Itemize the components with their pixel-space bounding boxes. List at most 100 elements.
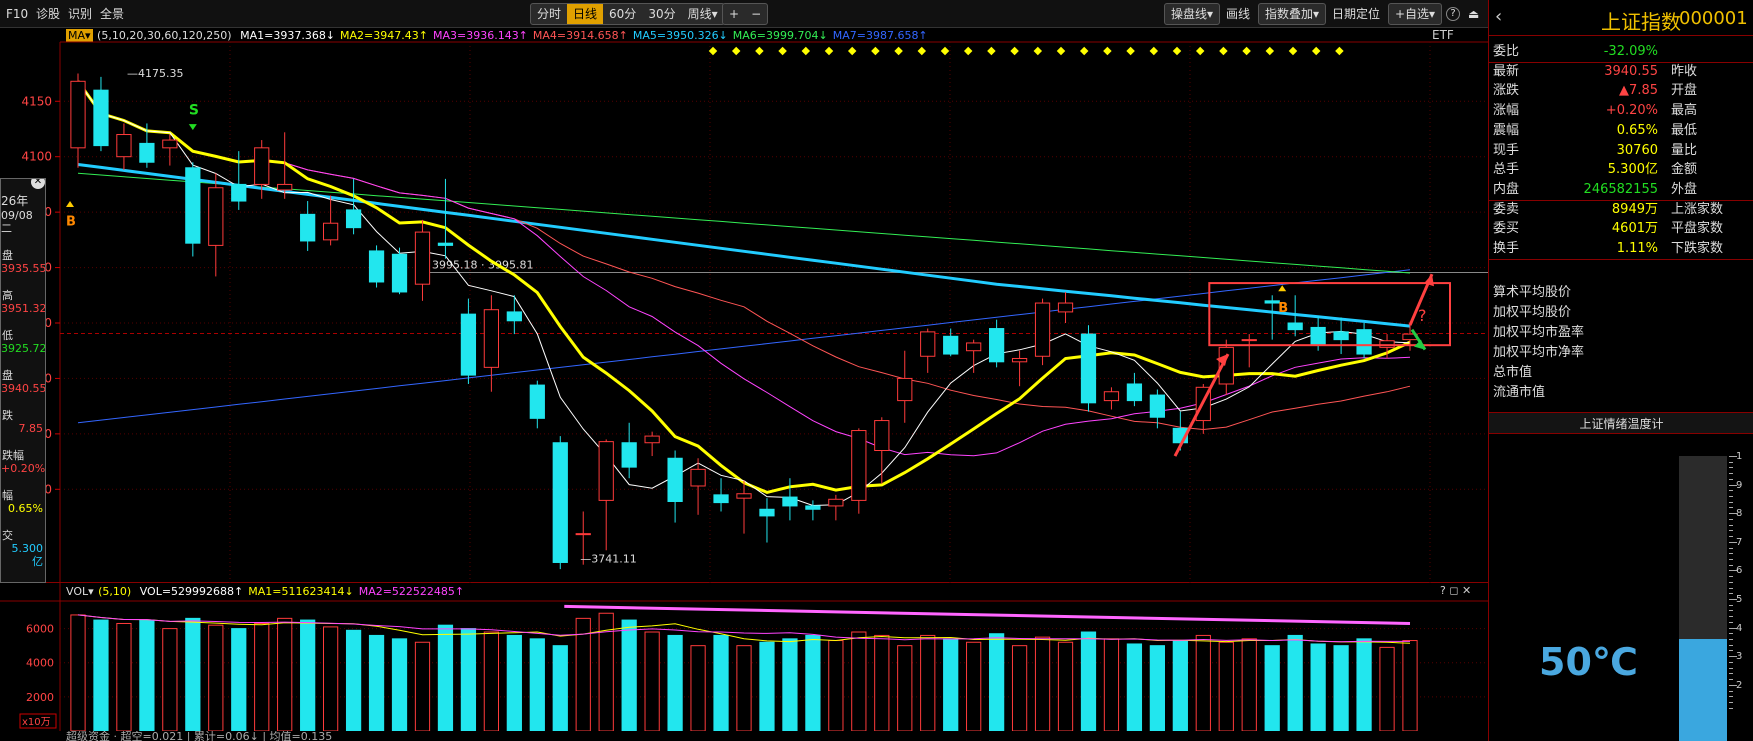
volume-bar [185,617,201,731]
quote-label: 最新 [1493,63,1520,79]
candle-body [1310,326,1326,346]
tab-60min[interactable]: 60分 [603,4,642,24]
f10-button[interactable]: F10 [6,5,28,23]
period-selector: 分时 日线 60分 30分 周线▾ [530,3,725,25]
thermometer-tick [1729,547,1733,549]
volume-bar [828,640,844,731]
thermometer-tick [1729,639,1733,640]
event-marker [778,46,787,56]
low-price-label: —3741.11 [580,553,637,566]
panorama-button[interactable]: 全景 [100,5,124,23]
tab-intraday[interactable]: 分时 [531,4,567,24]
data-window-value: 3940.55 [1,382,46,395]
volume-bar [966,641,982,731]
thermometer-tick [1729,507,1733,509]
eject-icon[interactable]: ⏏ [1468,5,1479,23]
quote-label-secondary: 昨收 [1671,63,1698,79]
candle-body [713,494,729,504]
thermometer-fill [1679,638,1727,741]
quote-label-secondary: 最低 [1671,122,1698,138]
event-marker [1265,46,1275,56]
volume-bar [460,628,477,731]
zoom-in-button[interactable]: + [723,4,745,24]
buy-signal-arrow [66,201,74,208]
candle-body [1287,322,1303,331]
thermometer-tick [1729,644,1733,646]
event-marker [1242,46,1251,56]
volume-bar [667,634,683,731]
thermometer-scale-label: 2 [1736,679,1743,691]
event-marker [917,46,927,56]
candle-body [989,328,1005,363]
candle-body [667,457,683,502]
quote-divider [1489,259,1753,260]
thermometer-scale-label: 1 [1736,451,1743,462]
event-marker [871,46,880,56]
volume-tick-label: 2000 [26,691,54,704]
volume-bar [139,619,155,731]
candle-body [368,250,385,283]
add-watchlist-button[interactable]: +自选▾ [1388,3,1443,25]
event-marker [1056,46,1066,56]
candle-body [1356,329,1372,355]
candle-body [966,342,982,352]
price-tick-label: 4100 [21,150,52,164]
thermometer-tick [1729,593,1733,595]
thermometer-tick [1729,616,1733,618]
event-marker [731,46,741,56]
event-marker [940,46,950,56]
thermometer-tick [1729,633,1733,635]
zoom-out-button[interactable]: − [745,4,767,24]
index-overlay-dropdown[interactable]: 指数叠加▾ [1258,3,1327,25]
volume-bar [1034,636,1051,731]
operate-line-dropdown[interactable]: 操盘线▾ [1164,3,1221,25]
candle-body [1080,333,1097,404]
quote-value: 8949万 [1611,201,1658,217]
event-marker [1288,46,1298,56]
index-info-row: 加权平均市净率 [1493,345,1585,360]
quote-label: 委卖 [1493,201,1520,217]
quote-label-secondary: 上涨家数 [1671,201,1724,217]
candle-body [93,89,109,147]
data-window[interactable]: ✕ 26年 09/08 二 盘 3935.55 高 3951.32 低 3925.72 盘 3… [0,178,46,583]
thermometer-scale-label: 3 [1736,651,1743,663]
event-marker [1149,46,1159,56]
candle-body [162,139,178,149]
data-window-label: 幅 [2,489,13,502]
quote-label: 内盘 [1493,181,1520,197]
help-icon[interactable]: ? [1446,7,1460,21]
tab-30min[interactable]: 30分 [642,4,681,24]
tab-weekly[interactable]: 周线▾ [682,4,724,24]
candle-body [185,167,201,244]
thermometer-tick [1729,461,1733,463]
back-icon[interactable]: ‹ [1495,6,1502,27]
candle-body [483,309,499,368]
date-locate-button[interactable]: 日期定位 [1332,5,1380,23]
index-info-row: 流通市值 [1493,385,1546,400]
thermometer-tick [1729,524,1733,526]
thermometer-tick [1729,610,1733,612]
candle-body [1241,339,1257,342]
thermometer-scale-label: 6 [1736,565,1743,577]
candle-body [736,493,752,499]
tab-daily[interactable]: 日线 [567,4,604,24]
draw-line-button[interactable]: 画线 [1226,5,1250,23]
quote-label-secondary: 量比 [1671,142,1698,158]
quote-value: +0.20% [1605,103,1658,119]
thermometer-tick [1729,530,1733,532]
volume-pane[interactable]: VOL▾ (5,10) VOL=529992688↑ MA1=511623414↓… [0,583,1488,731]
thermometer-tick [1729,576,1733,578]
volume-bar [323,626,339,731]
candle-body [231,183,247,202]
candlestick-pane[interactable]: MA▾ (5,10,20,30,60,120,250) MA1=3937.368… [0,28,1488,583]
recognize-button[interactable]: 识别 [68,5,92,23]
volume-bar [1333,645,1349,731]
event-marker [1010,46,1019,56]
diagnose-button[interactable]: 诊股 [36,5,60,23]
event-marker [1033,46,1043,56]
volume-bar [782,638,798,731]
volume-bar [920,634,936,731]
quote-label: 涨幅 [1493,103,1520,119]
quote-label: 震幅 [1493,122,1520,138]
data-window-value: 5.300亿 [11,542,44,568]
